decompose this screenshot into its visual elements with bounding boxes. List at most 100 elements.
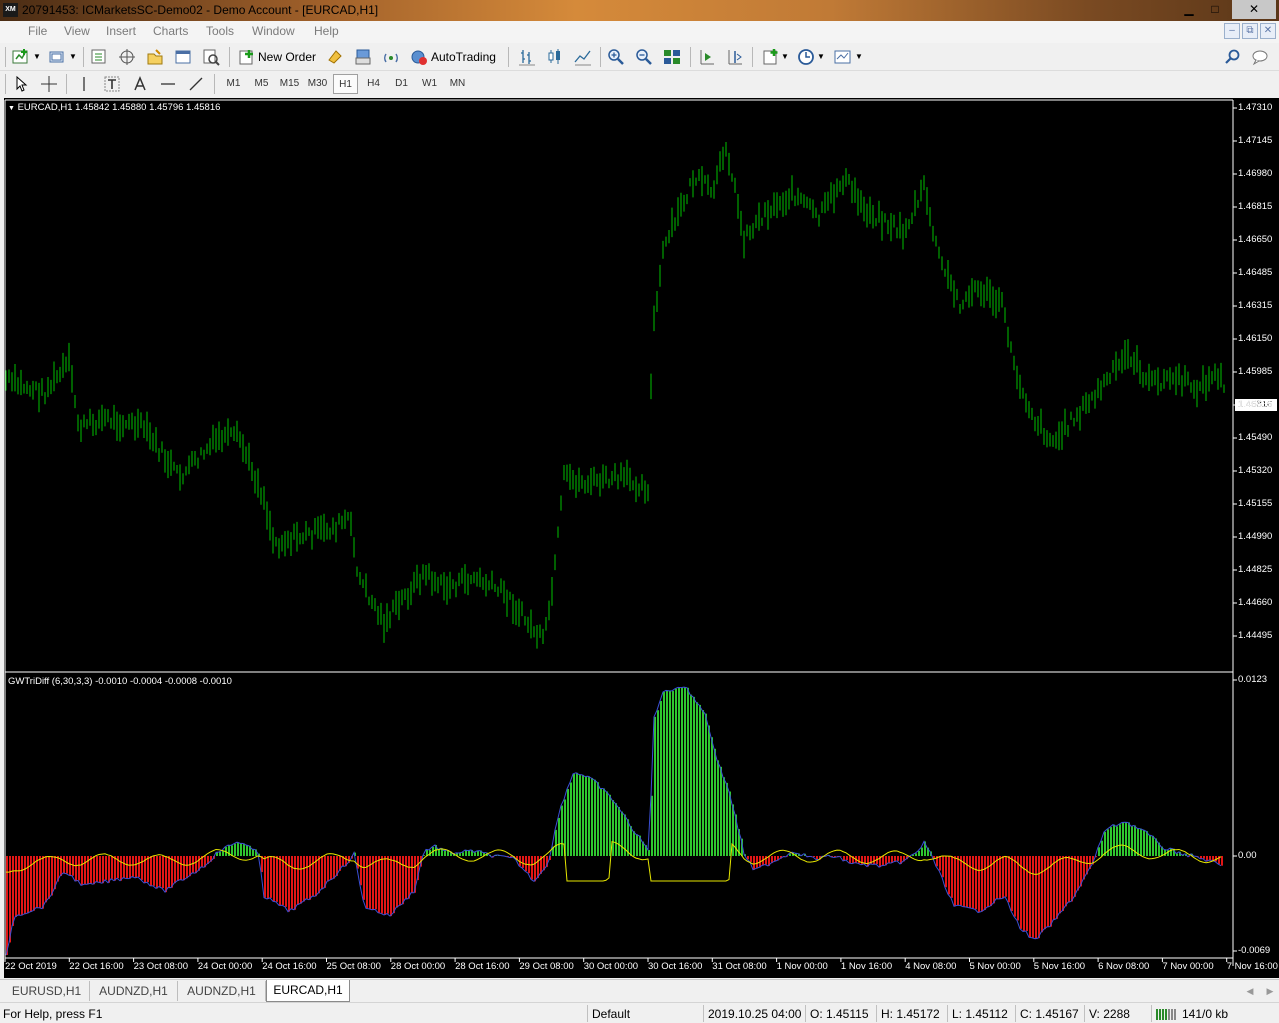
histogram-bar — [747, 856, 749, 860]
timeframe-d1[interactable]: D1 — [389, 74, 414, 94]
horizontal-line-icon[interactable] — [159, 75, 177, 93]
timeframe-h4[interactable]: H4 — [361, 74, 386, 94]
autotrading-icon[interactable] — [410, 48, 428, 66]
histogram-bar — [240, 843, 242, 856]
histogram-bar — [333, 856, 335, 879]
histogram-bar — [180, 856, 182, 880]
bar-chart-icon[interactable] — [518, 48, 536, 66]
data-window-icon[interactable] — [146, 48, 164, 66]
new-order-button[interactable]: New Order — [258, 46, 316, 68]
market-watch-icon[interactable] — [90, 48, 108, 66]
histogram-bar — [6, 856, 8, 956]
timeframe-m30[interactable]: M30 — [305, 74, 330, 94]
chat-icon[interactable] — [1252, 48, 1270, 66]
chart-window[interactable]: ▼ EURCAD,H1 1.45842 1.45880 1.45796 1.45… — [4, 98, 1279, 978]
periods-dropdown-icon[interactable]: ▼ — [817, 46, 825, 68]
strategy-tester-icon[interactable] — [202, 48, 220, 66]
autotrading-button[interactable]: AutoTrading — [431, 46, 496, 68]
histogram-bar — [1116, 826, 1118, 856]
text-icon[interactable] — [103, 75, 121, 93]
chart-shift-icon[interactable] — [726, 48, 744, 66]
cursor-icon[interactable] — [12, 75, 30, 93]
zoom-out-icon[interactable] — [635, 48, 653, 66]
status-open: O: 1.45115 — [810, 1007, 869, 1021]
timeframe-m5[interactable]: M5 — [249, 74, 274, 94]
mdi-minimize-button[interactable]: – — [1224, 23, 1240, 39]
vertical-line-icon[interactable] — [75, 75, 93, 93]
navigator-icon[interactable] — [118, 48, 136, 66]
timeframe-mn[interactable]: MN — [445, 74, 470, 94]
menu-file[interactable]: File — [28, 24, 47, 38]
histogram-bar — [330, 856, 332, 880]
new-order-icon[interactable] — [238, 48, 256, 66]
market-icon[interactable] — [354, 48, 372, 66]
tab-eurusd-h1[interactable]: EURUSD,H1 — [4, 981, 90, 1001]
mdi-close-button[interactable]: ✕ — [1260, 23, 1276, 39]
histogram-bar — [1152, 835, 1154, 856]
histogram-bar — [93, 856, 95, 885]
histogram-bar — [300, 856, 302, 904]
signals-icon[interactable] — [382, 48, 400, 66]
timeframe-m1[interactable]: M1 — [221, 74, 246, 94]
terminal-icon[interactable] — [174, 48, 192, 66]
histogram-bar — [987, 856, 989, 908]
new-chart-icon[interactable] — [12, 48, 30, 66]
mdi-restore-button[interactable]: ⧉ — [1242, 23, 1258, 39]
tab-audnzd-h1-2[interactable]: AUDNZD,H1 — [178, 981, 266, 1001]
chart-canvas[interactable] — [4, 98, 1279, 978]
timeframe-m15[interactable]: M15 — [277, 74, 302, 94]
menu-help[interactable]: Help — [314, 24, 339, 38]
menu-insert[interactable]: Insert — [106, 24, 136, 38]
histogram-bar — [1221, 856, 1223, 866]
maximize-button[interactable]: □ — [1202, 0, 1228, 19]
close-button[interactable]: ✕ — [1232, 0, 1276, 19]
histogram-bar — [393, 856, 395, 914]
minimize-button[interactable]: ▁ — [1176, 0, 1202, 19]
indicators-dropdown-icon[interactable]: ▼ — [781, 46, 789, 68]
periods-icon[interactable] — [797, 48, 815, 66]
chart-header[interactable]: ▼ EURCAD,H1 1.45842 1.45880 1.45796 1.45… — [8, 102, 220, 113]
histogram-bar — [846, 856, 848, 861]
metaeditor-icon[interactable] — [326, 48, 344, 66]
text-label-icon[interactable] — [131, 75, 149, 93]
profiles-dropdown-icon[interactable]: ▼ — [69, 46, 77, 68]
profiles-icon[interactable] — [48, 48, 66, 66]
tabs-scroll-left-icon[interactable]: ◀ — [1242, 981, 1258, 1001]
menu-tools[interactable]: Tools — [206, 24, 234, 38]
status-profile[interactable]: Default — [592, 1007, 630, 1021]
tab-audnzd-h1[interactable]: AUDNZD,H1 — [90, 981, 178, 1001]
new-chart-dropdown-icon[interactable]: ▼ — [33, 46, 41, 68]
line-chart-icon[interactable] — [574, 48, 592, 66]
tile-windows-icon[interactable] — [663, 48, 681, 66]
zoom-in-icon[interactable] — [607, 48, 625, 66]
histogram-bar — [18, 856, 20, 915]
candlestick-icon[interactable] — [546, 48, 564, 66]
search-icon[interactable] — [1224, 48, 1242, 66]
indicator-header: GWTriDiff (6,30,3,3) -0.0010 -0.0004 -0.… — [8, 676, 232, 687]
timeframe-w1[interactable]: W1 — [417, 74, 442, 94]
time-label: 6 Nov 08:00 — [1098, 961, 1150, 972]
histogram-bar — [36, 856, 38, 908]
histogram-bar — [972, 856, 974, 909]
crosshair-icon[interactable] — [40, 75, 58, 93]
timeframe-h1[interactable]: H1 — [333, 74, 358, 94]
indicators-icon[interactable] — [762, 48, 780, 66]
connection-bars-icon[interactable] — [1155, 1007, 1179, 1021]
menu-window[interactable]: Window — [252, 24, 295, 38]
time-label: 30 Oct 00:00 — [583, 961, 639, 972]
templates-icon[interactable] — [834, 48, 852, 66]
price-label: 1.45155 — [1238, 498, 1273, 509]
menu-charts[interactable]: Charts — [153, 24, 188, 38]
tab-eurcad-h1[interactable]: EURCAD,H1 — [266, 980, 350, 1002]
menu-view[interactable]: View — [64, 24, 90, 38]
trendline-icon[interactable] — [187, 75, 205, 93]
time-label: 22 Oct 2019 — [5, 961, 57, 972]
templates-dropdown-icon[interactable]: ▼ — [855, 46, 863, 68]
histogram-bar — [378, 856, 380, 913]
histogram-bar — [690, 694, 692, 856]
price-label: 1.46315 — [1238, 300, 1273, 311]
price-label: 1.46815 — [1238, 201, 1273, 212]
tabs-scroll-right-icon[interactable]: ▶ — [1262, 981, 1278, 1001]
auto-scroll-icon[interactable] — [698, 48, 716, 66]
histogram-bar — [954, 856, 956, 907]
